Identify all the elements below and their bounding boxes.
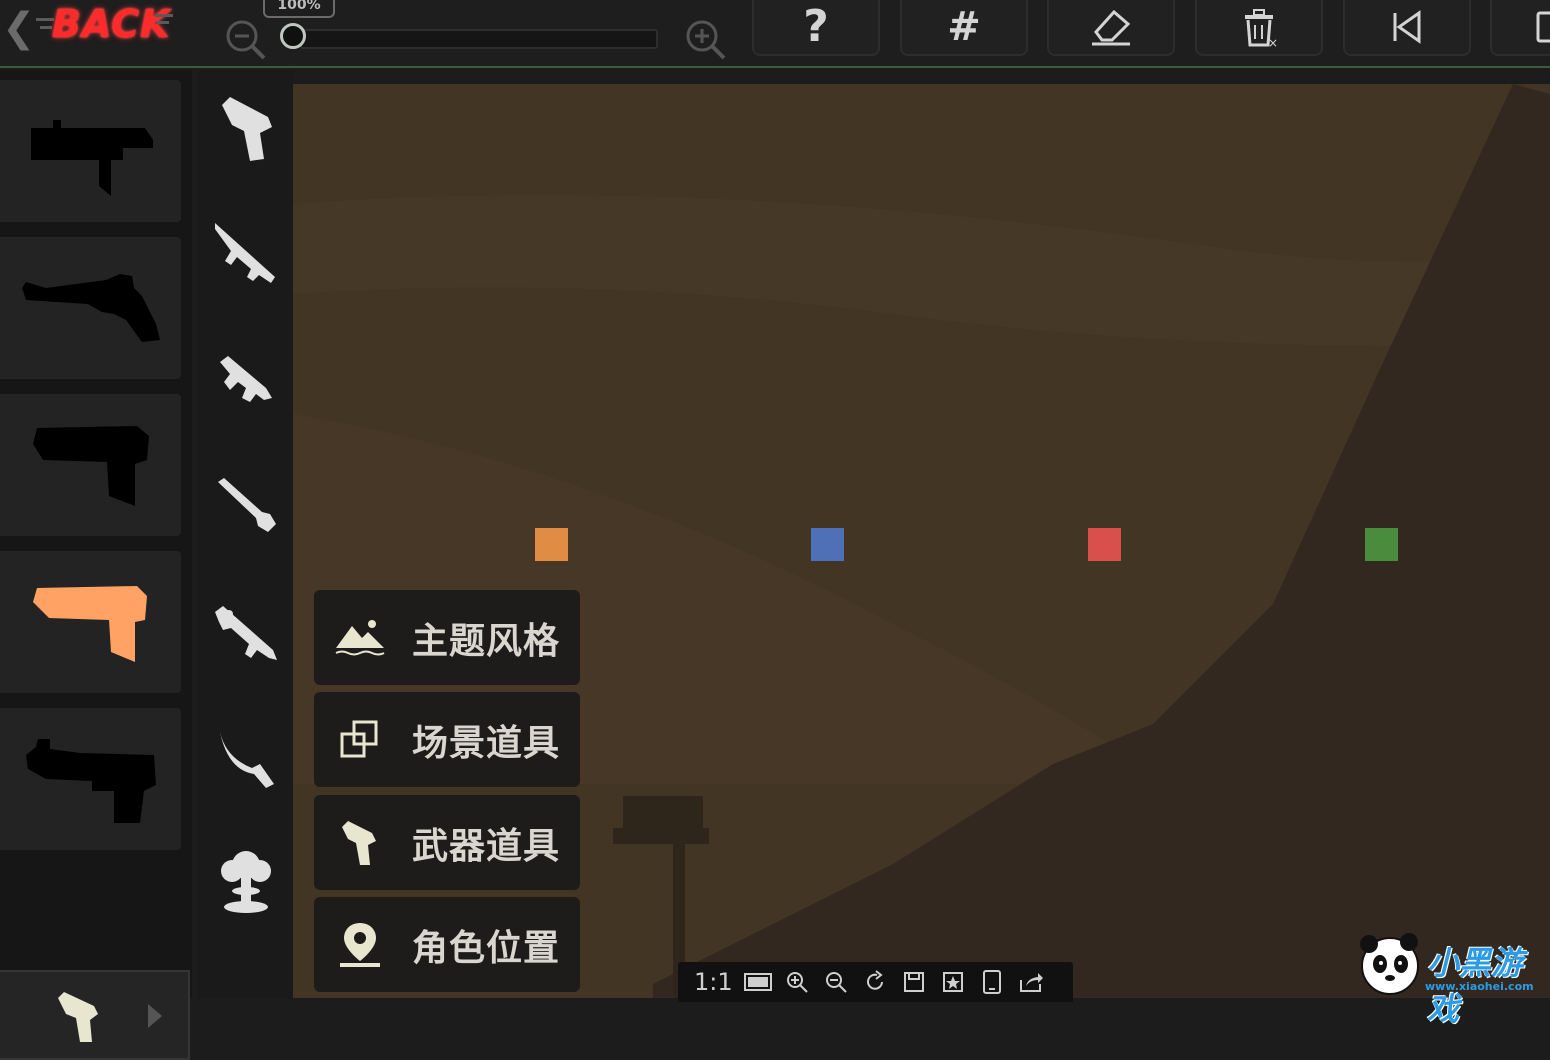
- device-icon: [1536, 11, 1550, 43]
- bookmark-star-icon[interactable]: [933, 964, 972, 1000]
- weapon-card-uzi[interactable]: [0, 80, 181, 222]
- menu-label: 武器道具: [412, 825, 561, 867]
- pistol-icon: [222, 97, 272, 161]
- spawn-marker-green[interactable]: [1365, 528, 1398, 561]
- rocket-launcher-icon: [218, 478, 276, 532]
- menu-label: 场景道具: [412, 722, 561, 764]
- category-knife[interactable]: [206, 718, 286, 798]
- sniper-rifle-icon: [215, 606, 277, 660]
- overlapping-squares-icon: [334, 714, 386, 766]
- skip-to-start-button[interactable]: [1343, 0, 1471, 56]
- weapon-card-blocky-pistol[interactable]: [0, 394, 181, 536]
- weapon-card-flintlock[interactable]: [0, 237, 181, 379]
- chevron-left-icon: ❮: [2, 5, 36, 51]
- rotate-icon[interactable]: [855, 964, 894, 1000]
- back-button[interactable]: ❮ BACK: [0, 0, 185, 50]
- weapon-list-panel: [0, 70, 192, 1060]
- chevron-right-icon[interactable]: [146, 1002, 164, 1030]
- flintlock-pistol-icon: [21, 274, 160, 342]
- category-rocket-launcher[interactable]: [206, 466, 286, 546]
- desert-eagle-icon: [25, 739, 156, 823]
- zoom-in-icon[interactable]: [684, 18, 728, 62]
- weapon-list-footer[interactable]: [0, 970, 190, 1060]
- blocky-pistol-selected-icon: [32, 586, 147, 662]
- panda-logo-icon: [1360, 933, 1419, 995]
- device-button[interactable]: [1490, 0, 1550, 56]
- pistol-icon: [58, 992, 98, 1042]
- neon-dash: [155, 14, 173, 17]
- location-pin-icon: [334, 919, 386, 971]
- neon-dash: [155, 21, 169, 24]
- grid-hash-icon: #: [947, 4, 981, 50]
- uzi-smg-icon: [30, 120, 153, 196]
- share-icon[interactable]: [1011, 964, 1050, 1000]
- menu-character-position[interactable]: 角色位置: [314, 897, 580, 992]
- menu-label: 主题风格: [412, 620, 561, 662]
- menu-theme-style[interactable]: 主题风格: [314, 590, 580, 685]
- svg-text:×: ×: [1268, 36, 1278, 49]
- delete-button[interactable]: ×: [1195, 0, 1323, 56]
- menu-scene-props[interactable]: 场景道具: [314, 692, 580, 787]
- submachine-gun-icon: [220, 356, 272, 402]
- explosion-icon: [221, 851, 271, 913]
- spawn-marker-red[interactable]: [1088, 528, 1121, 561]
- weapon-card-desert-eagle[interactable]: [0, 708, 181, 850]
- zoom-in-icon[interactable]: [777, 964, 816, 1000]
- skip-to-start-icon: [1393, 10, 1421, 44]
- question-mark-icon: ?: [803, 1, 829, 52]
- trash-icon: ×: [1245, 9, 1278, 49]
- category-pistol[interactable]: [206, 88, 286, 168]
- category-assault-rifle[interactable]: [206, 214, 286, 294]
- spawn-marker-orange[interactable]: [535, 528, 568, 561]
- category-explosion[interactable]: [206, 842, 286, 922]
- category-strip: [198, 70, 293, 998]
- watermark-url: www.xiaohei.com: [1425, 980, 1534, 993]
- tablet-icon[interactable]: [972, 964, 1011, 1000]
- spawn-marker-blue[interactable]: [811, 528, 844, 561]
- help-button[interactable]: ?: [752, 0, 880, 56]
- category-submachine-gun[interactable]: [206, 340, 286, 420]
- menu-weapon-props[interactable]: 武器道具: [314, 795, 580, 890]
- weapon-card-selected[interactable]: [0, 551, 181, 693]
- assault-rifle-icon: [215, 223, 275, 283]
- image-viewer-bar: 1:1: [678, 962, 1073, 1002]
- grid-button[interactable]: #: [900, 0, 1028, 56]
- mountain-landscape-icon: [334, 612, 386, 664]
- category-sniper-rifle[interactable]: [206, 592, 286, 672]
- menu-label: 角色位置: [412, 927, 561, 969]
- watermark: 小黑游戏 www.xiaohei.com: [1355, 928, 1550, 1028]
- pistol-icon: [334, 817, 386, 869]
- blocky-pistol-icon: [32, 426, 149, 506]
- zoom-percentage: 100%: [263, 0, 335, 18]
- eraser-icon: [1092, 9, 1131, 46]
- save-icon[interactable]: [894, 964, 933, 1000]
- eraser-button[interactable]: [1047, 0, 1175, 56]
- zoom-slider-track[interactable]: [300, 29, 658, 49]
- zoom-slider-knob[interactable]: [280, 23, 306, 49]
- zoom-out-icon[interactable]: [816, 964, 855, 1000]
- fit-screen-icon[interactable]: [738, 964, 777, 1000]
- top-toolbar: ❮ BACK 100% ? # ×: [0, 0, 1550, 68]
- back-label: BACK: [52, 2, 171, 46]
- actual-size-button[interactable]: 1:1: [694, 968, 738, 996]
- neon-dash: [40, 26, 52, 29]
- knife-icon: [220, 732, 274, 788]
- zoom-out-icon[interactable]: [224, 18, 268, 62]
